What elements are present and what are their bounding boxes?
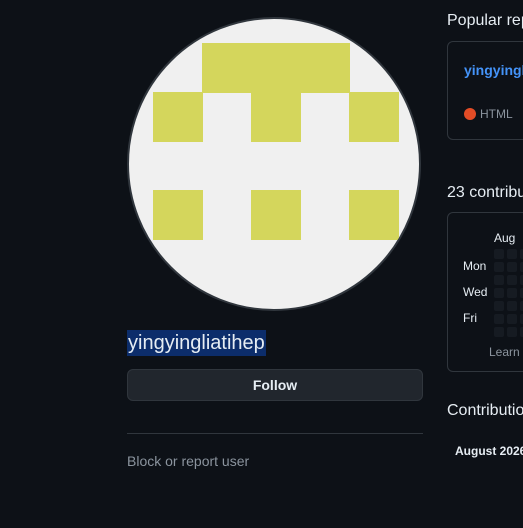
username: yingyingliatihep xyxy=(127,330,266,356)
avatar[interactable] xyxy=(127,17,421,311)
contribution-cell[interactable] xyxy=(494,275,504,285)
identicon-icon xyxy=(153,43,399,240)
contribution-cell[interactable] xyxy=(494,314,504,324)
contribution-cell[interactable] xyxy=(507,249,517,259)
activity-heading: Contributio xyxy=(447,402,523,419)
month-label: Aug xyxy=(494,231,516,245)
learn-how-link[interactable]: Learn h xyxy=(489,345,523,359)
contributions-heading: 23 contribu xyxy=(447,184,523,201)
contribution-cell[interactable] xyxy=(494,249,504,259)
block-report-link[interactable]: Block or report user xyxy=(127,453,249,469)
contribution-cell[interactable] xyxy=(494,301,504,311)
contribution-graph: Aug Mon Wed Fri Learn h xyxy=(447,212,523,372)
contribution-cell[interactable] xyxy=(494,288,504,298)
follow-button[interactable]: Follow xyxy=(127,369,423,401)
repo-link[interactable]: yingyingli xyxy=(464,62,523,78)
day-label-wed: Wed xyxy=(463,285,488,299)
contribution-cell[interactable] xyxy=(494,327,504,337)
contribution-cell[interactable] xyxy=(494,262,504,272)
popular-repos-heading: Popular rep xyxy=(447,12,523,29)
contribution-cell[interactable] xyxy=(507,301,517,311)
repo-card: yingyingli HTML xyxy=(447,41,523,140)
contribution-cell[interactable] xyxy=(507,288,517,298)
activity-month: August 2026 xyxy=(455,444,523,458)
day-label-mon: Mon xyxy=(463,259,487,273)
contribution-cell[interactable] xyxy=(507,262,517,272)
contribution-cell[interactable] xyxy=(507,327,517,337)
repo-language: HTML xyxy=(480,107,513,121)
contribution-cell[interactable] xyxy=(507,275,517,285)
divider xyxy=(127,433,423,434)
day-label-fri: Fri xyxy=(463,311,477,325)
contribution-cell[interactable] xyxy=(507,314,517,324)
language-color-dot xyxy=(464,108,476,120)
